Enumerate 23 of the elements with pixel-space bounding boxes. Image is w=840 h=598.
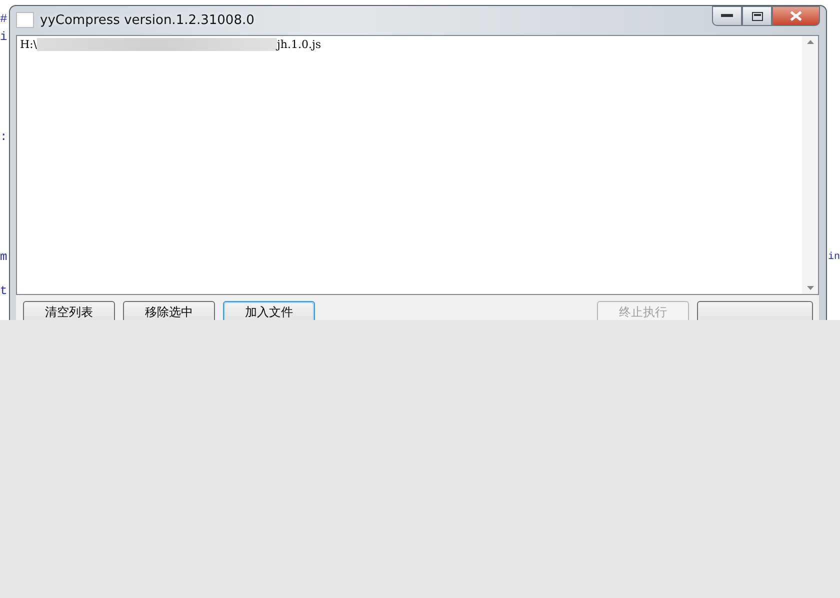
code-text: :	[0, 130, 8, 144]
maximize-icon	[752, 12, 762, 20]
scroll-down-arrow-icon[interactable]	[806, 286, 814, 290]
app-icon	[16, 12, 34, 28]
code-text: #	[0, 12, 8, 26]
maximize-button[interactable]	[742, 6, 772, 26]
file-list[interactable]: H:\ jh.1.0.js	[16, 35, 819, 295]
minimize-button[interactable]	[712, 6, 742, 26]
action-button[interactable]: 移除选中	[123, 301, 215, 320]
minimize-icon	[721, 14, 733, 18]
scrollbar[interactable]	[802, 36, 818, 294]
close-button[interactable]	[772, 6, 820, 26]
code-text: t	[0, 284, 8, 298]
scroll-up-arrow-icon[interactable]	[806, 40, 814, 44]
action-button[interactable]: 加入文件	[223, 301, 315, 320]
file-name-text: jh.1.0.js	[277, 38, 322, 51]
action-button[interactable]: 清空列表	[23, 301, 115, 320]
code-text: i	[0, 30, 8, 44]
close-icon	[790, 11, 802, 21]
code-text: m	[0, 250, 8, 264]
code-text: in	[828, 252, 840, 263]
file-path-text: H:\	[20, 38, 38, 51]
window-title: yyCompress version.1.2.31008.0	[40, 12, 254, 28]
